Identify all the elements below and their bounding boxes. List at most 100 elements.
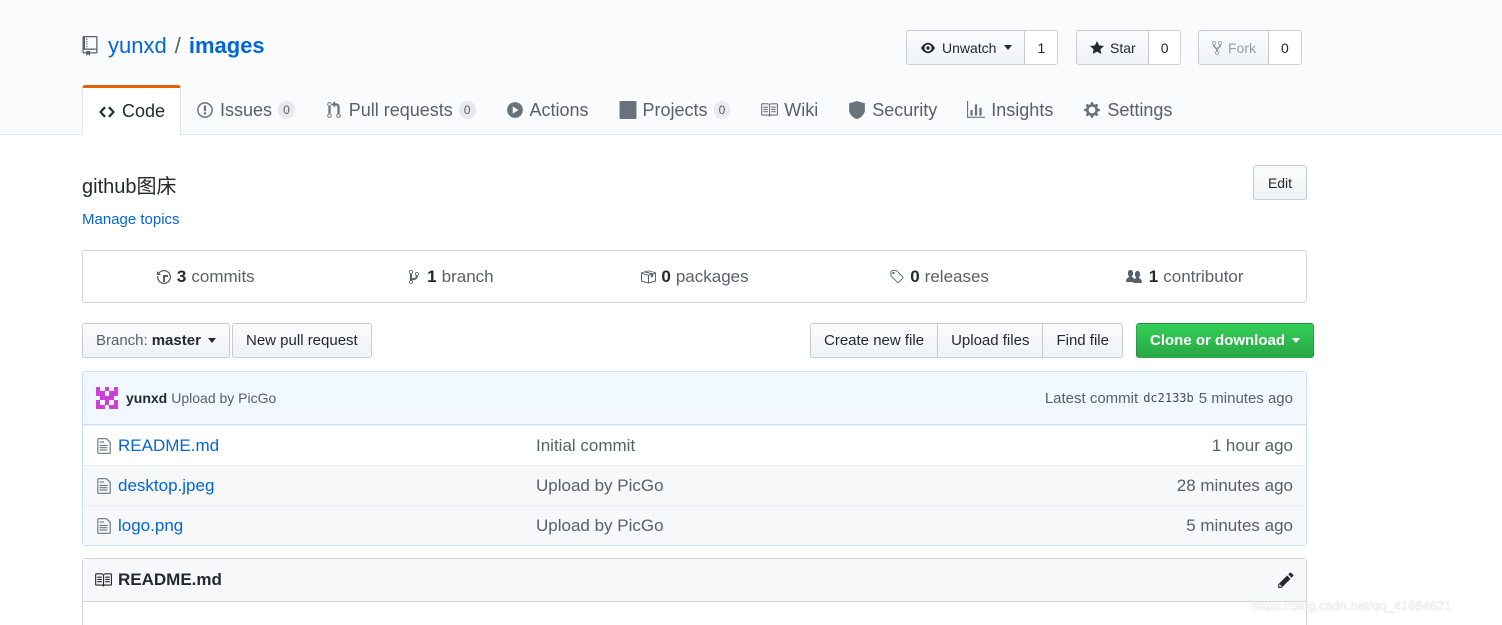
branch-select-button[interactable]: Branch: master	[82, 323, 230, 358]
repo-separator: /	[174, 33, 181, 58]
fork-group: Fork 0	[1198, 30, 1302, 65]
tab-label: Insights	[991, 99, 1054, 120]
watermark: https://blog.csdn.net/qq_41684621	[1252, 598, 1452, 613]
file-commit-message[interactable]: Upload by PicGo	[536, 516, 1186, 536]
commits-link[interactable]: 3 commits	[83, 251, 328, 302]
table-row: desktop.jpeg Upload by PicGo 28 minutes …	[83, 465, 1306, 505]
tab-projects[interactable]: Projects 0	[604, 85, 746, 135]
releases-label: releases	[924, 266, 989, 286]
file-actions-group: Create new file Upload files Find file	[810, 323, 1123, 358]
caret-down-icon	[1004, 45, 1013, 50]
file-commit-message[interactable]: Initial commit	[536, 436, 1212, 456]
table-row: README.md Initial commit 1 hour ago	[83, 425, 1306, 465]
star-button[interactable]: Star	[1076, 30, 1149, 65]
tab-issues[interactable]: Issues 0	[181, 85, 310, 135]
tab-label: Settings	[1107, 99, 1173, 120]
unwatch-label: Unwatch	[942, 39, 997, 56]
contributors-num: 1	[1148, 266, 1159, 286]
commit-message[interactable]: Upload by PicGo	[171, 390, 276, 406]
stargazers-count[interactable]: 0	[1148, 30, 1182, 65]
repo-tabs: Code Issues 0 Pull requests 0 Actions Pr…	[82, 85, 1187, 136]
clone-label: Clone or download	[1150, 332, 1285, 349]
tab-actions[interactable]: Actions	[491, 85, 604, 135]
contributors-label: contributor	[1163, 266, 1244, 286]
table-row: logo.png Upload by PicGo 5 minutes ago	[83, 505, 1306, 545]
avatar[interactable]	[96, 387, 118, 409]
tab-label: Security	[872, 99, 938, 120]
gear-icon	[1084, 102, 1101, 118]
tab-label: Issues	[220, 99, 273, 120]
file-link[interactable]: desktop.jpeg	[118, 476, 214, 496]
branch-name: master	[151, 332, 201, 349]
watch-group: Unwatch 1	[906, 30, 1059, 65]
star-icon	[1090, 40, 1104, 54]
upload-files-button[interactable]: Upload files	[938, 323, 1044, 358]
fork-button[interactable]: Fork	[1198, 30, 1269, 65]
star-group: Star 0	[1076, 30, 1182, 65]
repo-title: yunxd / images	[82, 33, 265, 59]
repo-header: yunxd / images Unwatch 1 Star 0 Fork 0 C…	[0, 0, 1502, 136]
caret-down-icon	[1292, 338, 1300, 343]
commits-label: commits	[191, 266, 255, 286]
commit-sha[interactable]: dc2133b	[1143, 391, 1194, 405]
watchers-count[interactable]: 1	[1025, 30, 1059, 65]
clone-or-download-button[interactable]: Clone or download	[1136, 323, 1314, 358]
pull-requests-counter: 0	[458, 101, 476, 119]
contributors-link[interactable]: 1 contributor	[1061, 251, 1306, 302]
book-icon	[95, 573, 112, 587]
find-file-button[interactable]: Find file	[1043, 323, 1123, 358]
manage-topics-link[interactable]: Manage topics	[82, 211, 180, 228]
numbers-summary: 3 commits 1 branch 0 packages 0 releases…	[82, 250, 1307, 303]
book-icon	[761, 103, 779, 117]
branches-num: 1	[427, 266, 437, 286]
packages-link[interactable]: 0 packages	[572, 251, 817, 302]
projects-counter: 0	[713, 101, 731, 119]
file-link[interactable]: README.md	[118, 436, 219, 456]
branches-link[interactable]: 1 branch	[328, 251, 573, 302]
file-link[interactable]: logo.png	[118, 516, 183, 536]
file-icon	[97, 477, 111, 494]
repo-description: github图床	[82, 176, 177, 198]
star-label: Star	[1110, 39, 1136, 56]
people-icon	[1125, 269, 1142, 283]
repo-name-link[interactable]: images	[189, 33, 265, 59]
releases-link[interactable]: 0 releases	[817, 251, 1062, 302]
shield-icon	[849, 101, 866, 119]
tab-label: Pull requests	[348, 99, 453, 120]
tab-label: Projects	[642, 99, 708, 120]
repo-owner-link[interactable]: yunxd	[108, 33, 167, 59]
tab-security[interactable]: Security	[833, 85, 952, 135]
unwatch-button[interactable]: Unwatch	[906, 30, 1026, 65]
play-icon	[506, 102, 523, 118]
file-age: 28 minutes ago	[1176, 475, 1293, 495]
latest-commit-label: Latest commit	[1044, 389, 1139, 407]
new-pull-request-button[interactable]: New pull request	[232, 323, 372, 358]
tab-pull-requests[interactable]: Pull requests 0	[310, 85, 491, 135]
tab-settings[interactable]: Settings	[1068, 85, 1187, 135]
tag-icon	[890, 269, 904, 283]
file-name-cell: README.md	[96, 436, 536, 456]
caret-down-icon	[207, 338, 216, 343]
branch-icon	[409, 269, 420, 284]
file-name-cell: logo.png	[96, 516, 536, 536]
repo-icon	[82, 36, 98, 56]
file-name-cell: desktop.jpeg	[96, 476, 536, 496]
project-icon	[619, 101, 636, 119]
file-age: 1 hour ago	[1211, 435, 1293, 455]
issue-icon	[197, 102, 213, 118]
create-new-file-button[interactable]: Create new file	[810, 323, 939, 358]
releases-num: 0	[910, 266, 920, 286]
commit-tease: yunxd Upload by PicGo Latest commit dc21…	[83, 372, 1306, 425]
readme-box: README.md	[82, 558, 1307, 625]
clone-wrap: Clone or download	[1136, 323, 1314, 358]
tab-wiki[interactable]: Wiki	[745, 85, 833, 135]
commit-author[interactable]: yunxd	[126, 390, 167, 406]
pencil-icon[interactable]	[1277, 571, 1295, 589]
file-commit-message[interactable]: Upload by PicGo	[536, 476, 1177, 496]
forks-count[interactable]: 0	[1269, 30, 1302, 65]
edit-button[interactable]: Edit	[1253, 165, 1307, 200]
branch-prefix: Branch:	[96, 332, 148, 349]
tab-code[interactable]: Code	[82, 85, 182, 136]
tab-insights[interactable]: Insights	[952, 85, 1068, 135]
package-icon	[641, 270, 657, 283]
